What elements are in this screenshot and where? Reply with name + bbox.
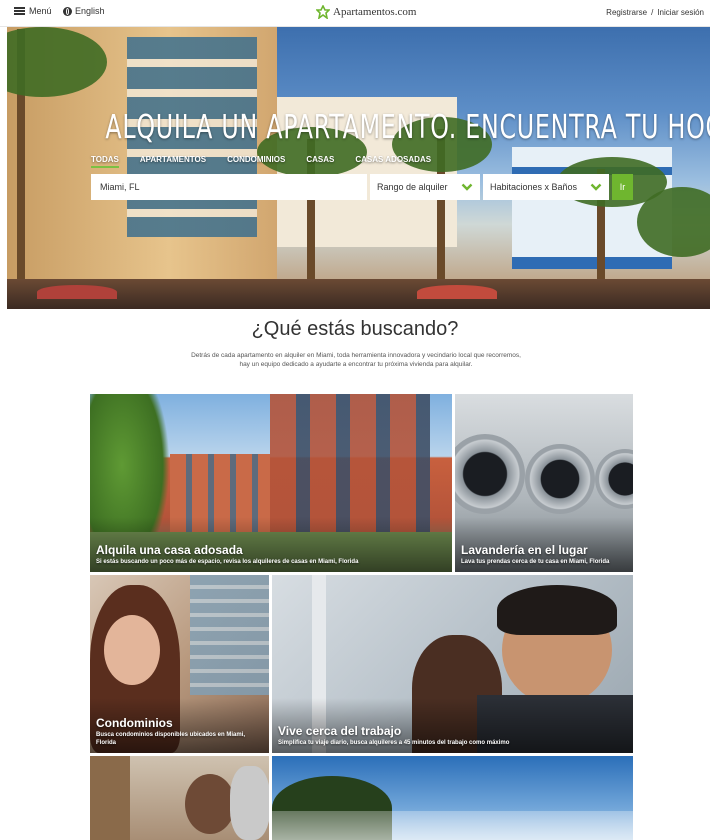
tile-townhouse[interactable]: Alquila una casa adosada Si estás buscan…	[90, 394, 452, 572]
login-link[interactable]: Iniciar sesión	[657, 8, 704, 17]
chevron-down-icon	[590, 183, 602, 191]
beds-baths-label: Habitaciones x Baños	[490, 182, 578, 192]
man-hair	[497, 585, 617, 635]
hero-title: ALQUILA UN APARTAMENTO. ENCUENTRA TU HOG…	[105, 107, 710, 146]
shelf	[90, 756, 130, 840]
rent-range-dropdown[interactable]: Rango de alquiler	[370, 174, 480, 200]
window-background	[190, 575, 269, 695]
tile-condominios[interactable]: Condominios Busca condominios disponible…	[90, 575, 269, 753]
tab-condominios[interactable]: CONDOMINIOS	[227, 155, 285, 168]
tile-commute[interactable]: Vive cerca del trabajo Simplifica tu via…	[272, 575, 633, 753]
tile-caption: Vive cerca del trabajo Simplifica tu via…	[278, 724, 627, 747]
tile-subtitle: Simplifica tu viaje diario, busca alquil…	[278, 740, 510, 746]
woman-hair	[230, 766, 269, 840]
tile-subtitle: Busca condominios disponibles ubicados e…	[96, 732, 246, 746]
tab-casas-adosadas[interactable]: CASAS ADOSADAS	[355, 155, 431, 168]
search-bar: Rango de alquiler Habitaciones x Baños I…	[91, 174, 633, 200]
auth-links: Registrarse / Iniciar sesión	[606, 8, 704, 17]
tile-scenery[interactable]	[272, 756, 633, 840]
tile-title: Alquila una casa adosada	[96, 543, 243, 557]
section-description: Detrás de cada apartamento en alquiler e…	[191, 352, 521, 368]
tile-laundry[interactable]: Lavandería en el lugar Lava tus prendas …	[455, 394, 633, 572]
language-selector[interactable]: English	[63, 6, 105, 16]
tile-title: Vive cerca del trabajo	[278, 724, 402, 738]
building-facade	[270, 394, 430, 534]
tile-title: Lavandería en el lugar	[461, 543, 588, 557]
umbrella	[37, 285, 117, 299]
tile-caption: Alquila una casa adosada Si estás buscan…	[96, 543, 358, 566]
property-type-tabs: TODAS APARTAMENTOS CONDOMINIOS CASAS CAS…	[91, 155, 452, 168]
menu-button[interactable]: Menú	[14, 6, 52, 16]
language-label: English	[75, 6, 105, 16]
tile-subtitle: Lava tus prendas cerca de tu casa en Mia…	[461, 559, 610, 565]
hamburger-icon	[14, 7, 25, 15]
tile-subtitle: Si estás buscando un poco más de espacio…	[96, 559, 359, 565]
top-navigation-bar: Menú English Apartamentos.com Registrars…	[0, 0, 710, 27]
menu-label: Menú	[29, 6, 52, 16]
tab-apartamentos[interactable]: APARTAMENTOS	[140, 155, 206, 168]
hero-banner: ALQUILA UN APARTAMENTO. ENCUENTRA TU HOG…	[7, 27, 710, 309]
tile-caption: Condominios Busca condominios disponible…	[96, 716, 263, 747]
beds-baths-dropdown[interactable]: Habitaciones x Baños	[483, 174, 609, 200]
tile-title: Condominios	[96, 716, 173, 730]
washer-door	[455, 434, 525, 514]
hero-building-stripe	[512, 257, 672, 269]
washer-door	[595, 449, 633, 509]
washer-door	[525, 444, 595, 514]
register-link[interactable]: Registrarse	[606, 8, 647, 17]
search-go-button[interactable]: Ir	[612, 174, 633, 200]
tab-casas[interactable]: CASAS	[306, 155, 334, 168]
globe-icon	[63, 6, 72, 16]
horizon	[272, 811, 633, 840]
man-face	[185, 774, 235, 834]
tile-caption: Lavandería en el lugar Lava tus prendas …	[461, 543, 627, 566]
rent-range-label: Rango de alquiler	[377, 182, 448, 192]
auth-separator: /	[651, 8, 654, 17]
umbrella	[417, 285, 497, 299]
logo-text: Apartamentos.com	[333, 6, 417, 18]
tile-lifestyle[interactable]	[90, 756, 269, 840]
woman-face	[104, 615, 160, 685]
site-logo[interactable]: Apartamentos.com	[316, 5, 416, 19]
tab-todas[interactable]: TODAS	[91, 155, 119, 168]
logo-icon	[316, 5, 330, 19]
chevron-down-icon	[461, 183, 473, 191]
location-input[interactable]	[91, 174, 367, 200]
section-heading: ¿Qué estás buscando?	[251, 318, 459, 340]
